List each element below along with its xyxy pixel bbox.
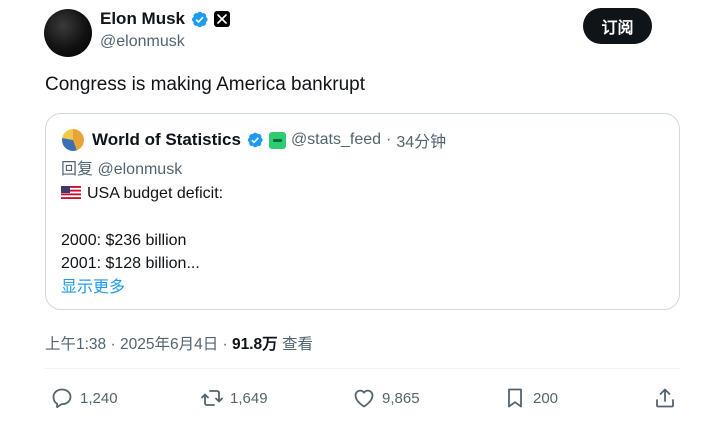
reply-count: 1,240	[80, 389, 118, 407]
repost-count: 1,649	[230, 389, 268, 407]
verified-badge-icon[interactable]	[190, 10, 209, 29]
reply-context: 回复 @elonmusk	[61, 158, 223, 182]
view-count: 91.8万	[232, 336, 278, 353]
heart-icon	[354, 389, 374, 408]
quoted-author-avatar[interactable]	[62, 129, 84, 151]
separator-dot: ·	[222, 336, 228, 353]
quoted-tweet-body: 回复 @elonmusk USA budget deficit: 2000: $…	[61, 158, 223, 299]
share-button[interactable]	[653, 386, 677, 410]
author-handle[interactable]: @elonmusk	[100, 33, 185, 51]
quoted-text-line: 2000: $236 billion	[61, 231, 187, 249]
share-icon	[656, 388, 674, 408]
tweet-text: Congress is making America bankrupt	[45, 74, 365, 95]
separator-dot: ·	[110, 336, 116, 353]
quoted-text-line: USA budget deficit:	[87, 184, 224, 202]
bookmark-count: 200	[533, 389, 559, 407]
tweet-meta: 上午1:38 · 2025年6月4日 · 91.8万 查看	[45, 332, 313, 354]
quoted-text-line: 2001: $128 billion...	[61, 255, 200, 272]
quoted-author-name[interactable]: World of Statistics	[92, 130, 241, 150]
tweet-date[interactable]: 2025年6月4日	[120, 336, 218, 353]
reply-button[interactable]: 1,240	[50, 386, 118, 410]
quoted-author-handle[interactable]: @stats_feed	[291, 131, 381, 149]
reply-prefix: 回复	[61, 161, 94, 178]
show-more-link[interactable]: 显示更多	[61, 276, 223, 300]
quoted-tweet-time[interactable]: 34分钟	[396, 128, 446, 152]
reply-icon	[52, 388, 72, 408]
quoted-tweet-card[interactable]: World of Statistics @stats_feed · 34分钟 回…	[45, 113, 680, 310]
author-name-row: Elon Musk	[100, 9, 231, 29]
divider	[45, 368, 680, 369]
verified-badge-icon[interactable]	[246, 131, 264, 149]
separator-dot: ·	[386, 131, 392, 148]
tweet-time[interactable]: 上午1:38	[45, 336, 106, 353]
author-avatar[interactable]	[44, 9, 92, 57]
x-logo-icon	[214, 11, 231, 27]
repost-button[interactable]: 1,649	[200, 386, 268, 410]
like-count: 9,865	[382, 389, 420, 407]
bookmark-button[interactable]: 200	[503, 386, 558, 410]
author-display-name[interactable]: Elon Musk	[100, 9, 185, 29]
quoted-line-1: USA budget deficit:	[61, 182, 223, 206]
quoted-tweet-header: World of Statistics @stats_feed · 34分钟	[62, 128, 446, 152]
subscribe-button[interactable]: 订阅	[583, 8, 652, 44]
bookmark-icon	[508, 388, 522, 408]
view-label: 查看	[281, 336, 313, 353]
us-flag-icon	[61, 185, 81, 199]
like-button[interactable]: 9,865	[352, 386, 420, 410]
affiliate-badge-icon[interactable]	[268, 131, 286, 149]
reply-to-handle[interactable]: @elonmusk	[97, 161, 182, 178]
repost-icon	[201, 390, 223, 406]
